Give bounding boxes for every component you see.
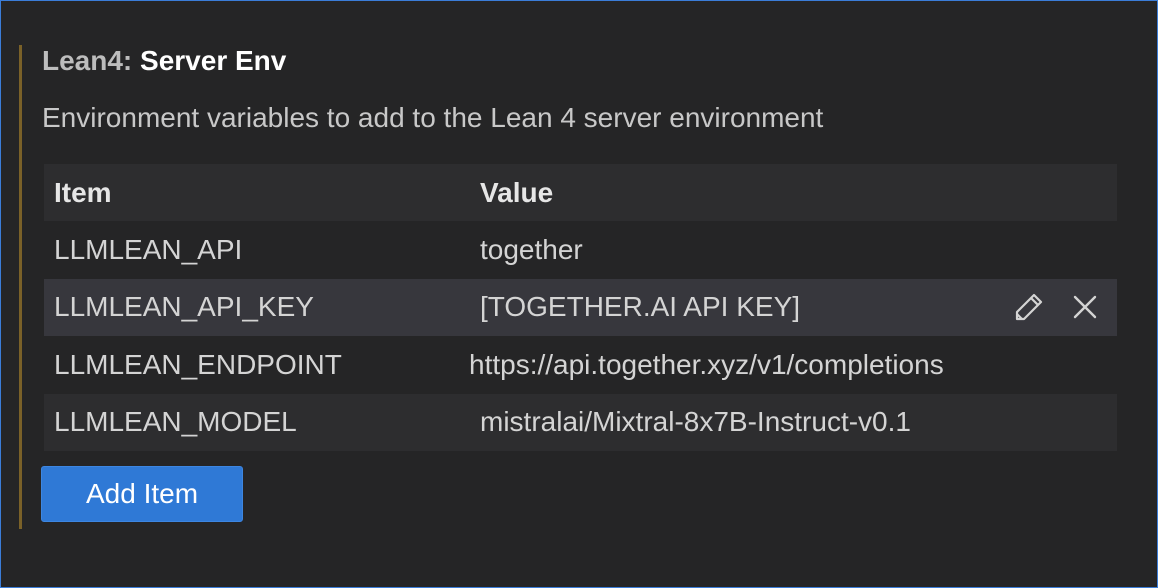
pencil-icon[interactable]	[1011, 289, 1047, 325]
table-row[interactable]: LLMLEAN_API together	[44, 221, 1117, 279]
column-header-item: Item	[54, 176, 112, 208]
row-value: together	[480, 233, 583, 265]
add-item-button[interactable]: Add Item	[41, 466, 243, 522]
setting-category: Lean4:	[42, 45, 141, 76]
row-key: LLMLEAN_ENDPOINT	[54, 348, 342, 380]
row-value: [TOGETHER.AI API KEY]	[480, 291, 801, 323]
row-value: mistralai/Mixtral-8x7B-Instruct-v0.1	[480, 406, 911, 438]
row-actions	[1011, 289, 1103, 325]
close-icon[interactable]	[1067, 289, 1103, 325]
table-header: Item Value	[44, 164, 1117, 221]
row-key: LLMLEAN_API_KEY	[54, 291, 314, 323]
table-row[interactable]: LLMLEAN_ENDPOINT https://api.together.xy…	[44, 336, 1117, 394]
setting-panel: Lean4: Server Env Environment variables …	[0, 0, 1158, 588]
row-value: https://api.together.xyz/v1/completions	[469, 348, 944, 380]
setting-description: Environment variables to add to the Lean…	[42, 102, 824, 133]
table-row[interactable]: LLMLEAN_MODEL mistralai/Mixtral-8x7B-Ins…	[44, 393, 1117, 451]
env-table: Item Value LLMLEAN_API together LLMLEAN_…	[44, 164, 1117, 451]
setting-name: Server Env	[140, 45, 287, 76]
modified-indicator	[19, 45, 22, 529]
row-key: LLMLEAN_MODEL	[54, 406, 297, 438]
setting-title: Lean4: Server Env	[42, 43, 286, 79]
table-row[interactable]: LLMLEAN_API_KEY [TOGETHER.AI API KEY]	[44, 278, 1117, 336]
column-header-value: Value	[480, 176, 554, 208]
row-key: LLMLEAN_API	[54, 233, 243, 265]
